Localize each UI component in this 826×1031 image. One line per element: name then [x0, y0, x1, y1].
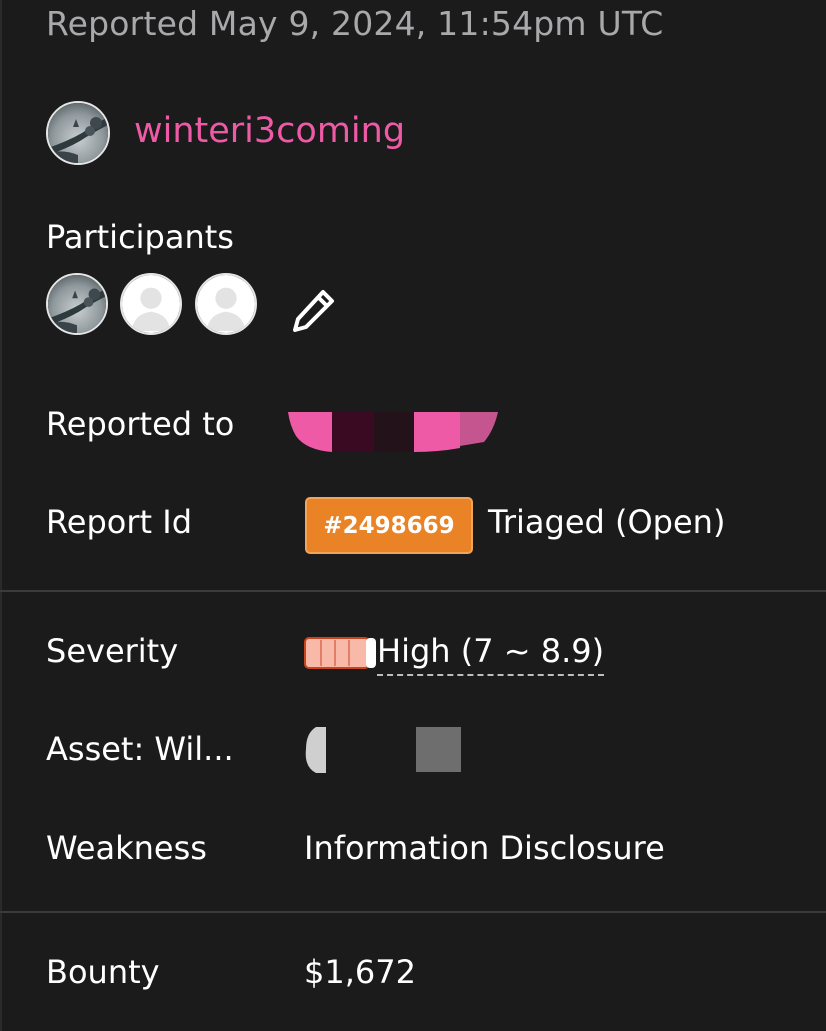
report-id-badge[interactable]: #2498669 [305, 497, 473, 554]
severity-value[interactable]: High (7 ~ 8.9) [377, 632, 605, 676]
reporter-avatar[interactable] [46, 101, 110, 165]
redacted-asset-value [305, 727, 461, 773]
bounty-label: Bounty [46, 953, 160, 991]
participants-label: Participants [46, 218, 234, 256]
redacted-program-logo [288, 412, 498, 452]
weakness-label: Weakness [46, 829, 207, 867]
reported-to-label: Reported to [46, 405, 235, 443]
participant-avatar[interactable] [120, 273, 182, 335]
report-id-label: Report Id [46, 503, 192, 541]
divider [0, 590, 826, 592]
default-user-icon [197, 275, 255, 333]
reporter-username[interactable]: winteri3coming [134, 111, 405, 151]
panel-edge [0, 0, 2, 1031]
report-status: Triaged (Open) [488, 503, 726, 541]
severity-label: Severity [46, 632, 179, 670]
bounty-value: $1,672 [304, 953, 416, 991]
landscape-avatar-icon [48, 275, 106, 333]
default-user-icon [122, 275, 180, 333]
landscape-avatar-icon [48, 103, 108, 163]
severity-meter-icon [304, 637, 376, 669]
participant-avatar[interactable] [195, 273, 257, 335]
reported-date: Reported May 9, 2024, 11:54pm UTC [46, 4, 664, 43]
divider [0, 911, 826, 913]
pencil-icon[interactable] [290, 288, 336, 334]
weakness-value[interactable]: Information Disclosure [304, 829, 665, 867]
participant-avatar[interactable] [46, 273, 108, 335]
asset-label: Asset: Wil... [46, 730, 234, 768]
